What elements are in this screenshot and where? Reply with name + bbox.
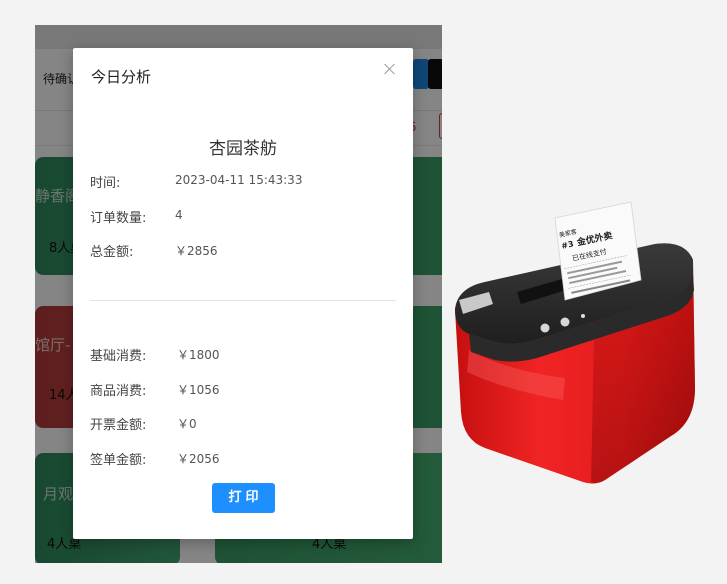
receipt-printer-image: 美家客 #3 金优外卖 已在线支付	[455, 201, 695, 484]
divider	[90, 300, 396, 301]
field-label: 基础消费:	[90, 349, 147, 364]
field-value: 2023-04-11 15:43:33	[175, 173, 303, 187]
field-label: 签单金额:	[90, 453, 147, 468]
field-value: 4	[175, 208, 183, 222]
close-icon[interactable]	[382, 61, 398, 77]
field-value: ￥1800	[177, 348, 220, 362]
field-value: ￥0	[177, 417, 197, 431]
shop-name: 杏园茶舫	[209, 139, 277, 159]
modal-title: 今日分析	[91, 68, 152, 86]
field-label: 开票金额:	[90, 418, 147, 433]
field-label: 时间:	[90, 176, 121, 191]
order-count-row: 订单数量: 4	[90, 207, 390, 226]
signed-amount-row: 签单金额: ￥2056	[90, 449, 390, 468]
total-amount-row: 总金额: ￥2856	[90, 241, 390, 260]
goods-consumption-row: 商品消费: ￥1056	[90, 380, 390, 399]
field-label: 订单数量:	[90, 211, 147, 226]
field-label: 商品消费:	[90, 384, 147, 399]
field-value: ￥2056	[177, 452, 220, 466]
base-consumption-row: 基础消费: ￥1800	[90, 345, 390, 364]
daily-analysis-modal: 今日分析 杏园茶舫 时间: 2023-04-11 15:43:33 订单数量: …	[73, 48, 413, 539]
invoice-amount-row: 开票金额: ￥0	[90, 414, 390, 433]
print-button[interactable]: 打印	[212, 483, 275, 513]
field-value: ￥1056	[177, 383, 220, 397]
field-value: ￥2856	[175, 244, 218, 258]
time-row: 时间: 2023-04-11 15:43:33	[90, 172, 390, 191]
field-label: 总金额:	[90, 245, 134, 260]
